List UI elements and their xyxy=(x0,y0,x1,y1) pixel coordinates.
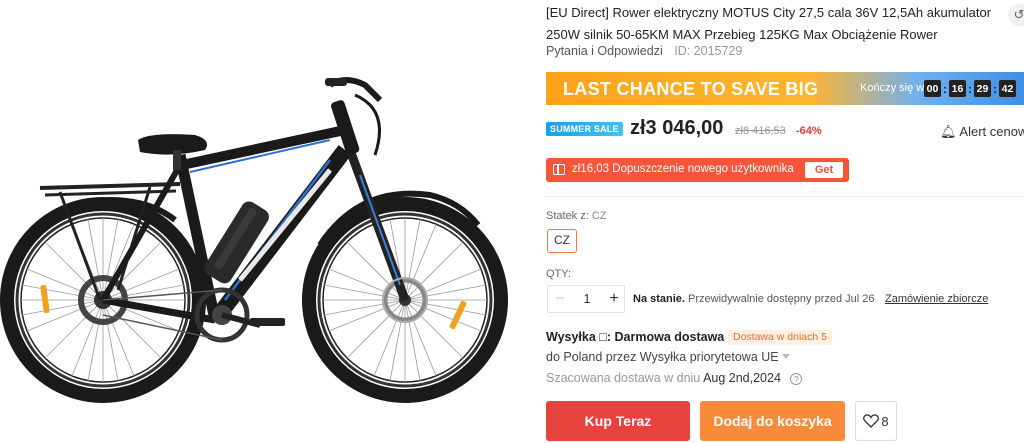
product-title: [EU Direct] Rower elektryczny MOTUS City… xyxy=(546,5,992,42)
timer-separator: : xyxy=(993,81,997,96)
product-image[interactable] xyxy=(0,0,530,443)
shipping-destination-selector[interactable]: do Poland przez Wysyłka priorytetowa UE xyxy=(546,350,790,364)
heart-icon xyxy=(863,414,880,428)
timer-centis: 42 xyxy=(999,80,1016,97)
help-icon[interactable]: ? xyxy=(790,373,803,385)
get-coupon-button[interactable]: Get xyxy=(805,162,843,178)
countdown-timer: 00 : 16 : 29 : 42 xyxy=(924,80,1016,97)
eta-date: Aug 2nd,2024 xyxy=(703,371,781,385)
shipping-method: Darmowa dostawa xyxy=(614,330,725,344)
timer-hours: 00 xyxy=(924,80,941,97)
qa-link[interactable]: Pytania i Odpowiedzi xyxy=(546,44,663,58)
product-meta-row: Pytania i Odpowiedzi ID: 2015729 xyxy=(546,44,742,58)
promo-banner: LAST CHANCE TO SAVE BIG Kończy się w 00 … xyxy=(546,72,1024,105)
timer-separator: : xyxy=(943,81,947,96)
ship-from-title: Statek z: xyxy=(546,210,589,222)
ship-from-option-cz[interactable]: CZ xyxy=(547,229,577,253)
current-price: zł3 046,00 xyxy=(630,117,724,139)
price-alert-label: Alert cenowy xyxy=(959,124,1024,139)
ship-from-label: Statek z: CZ xyxy=(546,210,607,222)
bulk-order-link[interactable]: Zamówienie zbiorcze xyxy=(885,293,988,305)
shipping-row: Wysyłka □: Darmowa dostawa xyxy=(546,330,724,344)
promo-text: LAST CHANCE TO SAVE BIG xyxy=(563,79,819,99)
ship-from-value: CZ xyxy=(591,210,607,222)
new-user-coupon: zł16,03 Dopuszczenie nowego użytkownika … xyxy=(546,158,849,182)
divider xyxy=(546,196,1024,197)
coupon-text: zł16,03 Dopuszczenie nowego użytkownika xyxy=(572,163,794,175)
bell-icon: 🔔︎ xyxy=(940,124,957,139)
stock-status-text: Przewidywalnie dostępny przed Jul 26 xyxy=(688,293,875,305)
delivery-days-badge: Dostawa w dniach 5 xyxy=(728,330,832,345)
timer-minutes: 16 xyxy=(949,80,966,97)
summer-sale-badge: SUMMER SALE xyxy=(546,122,623,136)
shipping-destination-text: do Poland przez Wysyłka priorytetowa UE xyxy=(546,350,779,364)
quantity-stepper: − 1 + xyxy=(547,285,625,313)
product-id: ID: 2015729 xyxy=(674,44,743,58)
timer-seconds: 29 xyxy=(974,80,991,97)
original-price: zł8 416,53 xyxy=(735,125,786,137)
discount-badge: -64% xyxy=(796,125,822,137)
stock-status: Na stanie. Przewidywalnie dostępny przed… xyxy=(633,293,875,305)
promo-ends-label: Kończy się w xyxy=(860,82,925,94)
price-alert-button[interactable]: 🔔︎ Alert cenowy xyxy=(940,124,1024,140)
ebike-illustration xyxy=(0,77,508,403)
quantity-decrease-button[interactable]: − xyxy=(548,286,572,312)
wishlist-count: 8 xyxy=(881,413,889,429)
price-row: SUMMER SALE zł3 046,00 zł8 416,53 -64% 🔔… xyxy=(546,117,1024,145)
eta-label: Szacowana dostawa w dniu xyxy=(546,371,701,385)
estimated-delivery-row: Szacowana dostawa w dniu Aug 2nd,2024 ? xyxy=(546,371,803,385)
add-to-cart-button[interactable]: Dodaj do koszyka xyxy=(700,401,845,441)
timer-separator: : xyxy=(968,81,972,96)
quantity-input[interactable]: 1 xyxy=(572,286,602,312)
stock-status-bold: Na stanie. xyxy=(633,293,685,305)
shipping-label: Wysyłka xyxy=(546,330,596,344)
quantity-label: QTY: xyxy=(546,268,572,280)
product-info-panel: [EU Direct] Rower elektryczny MOTUS City… xyxy=(546,0,1024,443)
shipping-label-icon: □: xyxy=(599,330,612,344)
share-icon[interactable]: ↺ xyxy=(1008,4,1024,26)
quantity-increase-button[interactable]: + xyxy=(602,286,626,312)
wishlist-button[interactable]: 8 xyxy=(855,401,897,441)
chevron-down-icon xyxy=(781,354,790,359)
buy-now-button[interactable]: Kup Teraz xyxy=(546,401,690,441)
coupon-icon xyxy=(553,164,565,175)
